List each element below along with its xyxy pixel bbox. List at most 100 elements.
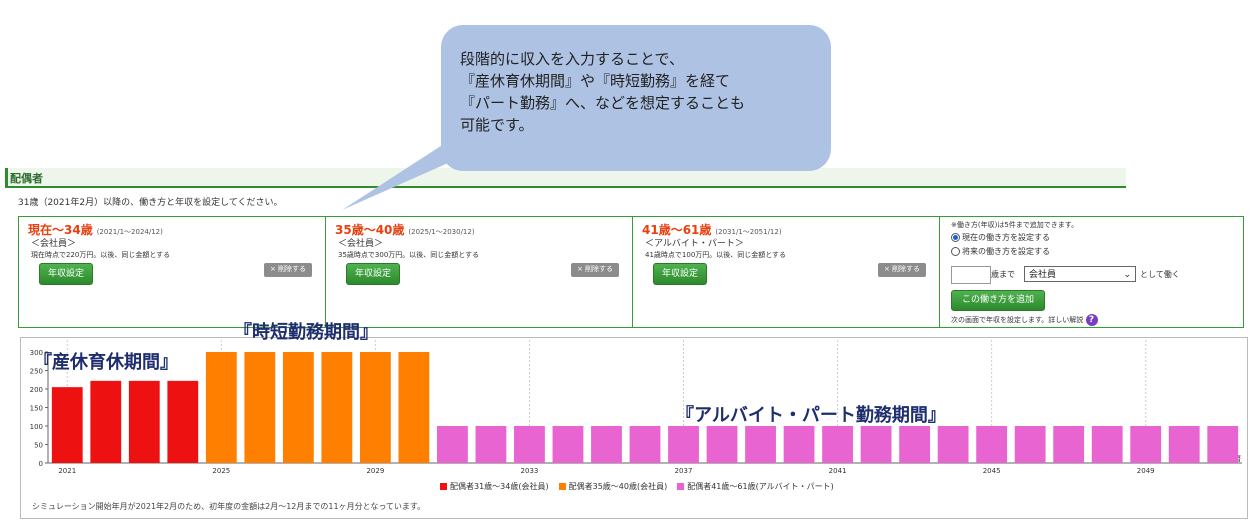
bar — [822, 426, 853, 463]
period-note: 41歳時点で100万円。以後、同じ金額とする — [645, 251, 787, 259]
delete-button[interactable]: × 削除する — [264, 263, 312, 277]
income-bar-chart: 0501001502002503002021 2025 2029 2033 2037 20… — [30, 340, 1242, 475]
bubble-line: 『産休育休期間』や『時短勤務』を経て — [460, 72, 731, 90]
radio-future-label: 将来の働き方を設定する — [962, 247, 1050, 256]
callout-childcare-period: 『産休育休期間』 — [34, 352, 178, 373]
y-tick-label: 150 — [30, 405, 43, 413]
chart-bars — [51, 352, 1239, 463]
legend-label: 配偶者31歳〜34歳(会社員) — [450, 482, 549, 491]
work-period-panel: 41歳〜61歳 (2031/1〜2051/12) ＜アルバイト・パート＞ 41歳時… — [633, 217, 940, 327]
x-tick-label: 2045 — [983, 467, 1001, 475]
bar — [282, 352, 314, 463]
y-tick-label: 100 — [30, 423, 43, 431]
x-tick-label: 2037 — [675, 467, 693, 475]
legend-item: 配偶者35歳〜40歳(会社員) — [558, 481, 668, 492]
x-tick-label: 2025 — [212, 467, 230, 475]
x-tick-label: 2041 — [829, 467, 847, 475]
x-tick-label: 2033 — [521, 467, 539, 475]
bar — [51, 387, 83, 463]
bar — [745, 426, 776, 463]
legend-label: 配偶者41歳〜61歳(アルバイト・パート) — [687, 482, 834, 491]
bar — [706, 426, 738, 463]
bar — [90, 380, 122, 463]
period-note: 35歳時点で300万円。以後、同じ金額とする — [338, 251, 480, 259]
speech-bubble-text: 段階的に収入を入力することで、 『産休育休期間』や『時短勤務』を経て 『パート勤… — [460, 48, 745, 136]
job-type-select[interactable]: 会社員 ⌄ — [1024, 266, 1136, 282]
income-setting-button[interactable]: 年収設定 — [346, 263, 400, 285]
work-suffix-label: として働く — [1140, 270, 1180, 279]
period-range: (2031/1〜2051/12) — [715, 228, 782, 236]
period-job: ＜アルバイト・パート＞ — [645, 239, 744, 249]
job-type-value: 会社員 — [1029, 270, 1057, 280]
work-style-panels: 現在〜34歳 (2021/1〜2024/12) ＜会社員＞ 現在時点で220万円。… — [18, 216, 1244, 328]
y-tick-label: 200 — [30, 386, 43, 394]
callout-part-time-period: 『アルバイト・パート勤務期間』 — [676, 405, 946, 426]
age-suffix-label: 歳まで — [991, 270, 1015, 279]
bar — [629, 426, 661, 463]
y-tick-label: 0 — [39, 460, 43, 468]
y-tick-label: 50 — [34, 442, 43, 450]
bar — [937, 426, 969, 463]
add-work-style-button[interactable]: この働き方を追加 — [951, 290, 1045, 311]
bar — [398, 352, 430, 463]
legend-swatch — [440, 483, 447, 490]
radio-button[interactable] — [951, 247, 960, 256]
period-job: ＜会社員＞ — [31, 239, 77, 249]
x-tick-label: 2021 — [58, 467, 76, 475]
period-range: (2021/1〜2024/12) — [96, 228, 163, 236]
legend-item: 配偶者31歳〜34歳(会社員) — [440, 481, 549, 492]
section-title: 配偶者 — [10, 172, 43, 185]
x-tick-label: 2029 — [366, 467, 384, 475]
radio-button-checked[interactable] — [951, 233, 960, 242]
chart-footnote: シミュレーション開始年月が2021年2月のため、初年度の金額は2月〜12月までの… — [32, 502, 426, 511]
bar — [475, 426, 507, 463]
add-work-style-panel: ※働き方(年収)は5件まで追加できます。 現在の働き方を設定する 将来の働き方を… — [940, 217, 1243, 327]
callout-short-time-period: 『時短勤務期間』 — [234, 322, 378, 343]
bar — [1168, 426, 1200, 463]
bar — [552, 426, 584, 463]
bar — [591, 426, 622, 463]
bar — [899, 426, 931, 463]
income-setting-button[interactable]: 年収設定 — [653, 263, 707, 285]
period-title: 41歳〜61歳 — [642, 223, 712, 237]
period-note: 現在時点で220万円。以後、同じ金額とする — [31, 251, 171, 259]
help-icon[interactable]: ? — [1085, 314, 1098, 326]
period-job: ＜会社員＞ — [338, 239, 384, 249]
age-input[interactable] — [951, 266, 991, 284]
bar — [514, 426, 545, 463]
x-tick-label: 2049 — [1137, 467, 1155, 475]
bar — [860, 426, 892, 463]
bar — [437, 426, 468, 463]
bar — [321, 352, 353, 463]
delete-button[interactable]: × 削除する — [571, 263, 619, 277]
help-line: 次の画面で年収を設定します。詳しい解説 ? — [951, 314, 1098, 326]
bar — [359, 352, 391, 463]
bubble-line: 段階的に収入を入力することで、 — [460, 50, 684, 68]
legend-label: 配偶者35歳〜40歳(会社員) — [568, 482, 668, 491]
bar — [783, 426, 815, 463]
bar — [976, 426, 1008, 463]
radio-current-option[interactable]: 現在の働き方を設定する — [951, 232, 1050, 243]
bubble-line: 可能です。 — [460, 116, 534, 134]
period-title: 現在〜34歳 — [28, 223, 93, 237]
bubble-line: 『パート勤務』へ、などを想定することも — [460, 94, 746, 112]
period-range: (2025/1〜2030/12) — [408, 228, 475, 236]
section-description: 31歳（2021年2月）以降の、働き方と年収を設定してください。 — [18, 198, 283, 208]
bar — [1091, 426, 1123, 463]
bar — [244, 352, 276, 463]
bar — [167, 380, 199, 463]
help-text: 次の画面で年収を設定します。詳しい解説 — [951, 316, 1084, 324]
legend-swatch — [677, 483, 685, 490]
bar — [205, 352, 237, 463]
chevron-down-icon: ⌄ — [1123, 270, 1131, 280]
delete-button[interactable]: × 削除する — [878, 263, 926, 277]
radio-future-option[interactable]: 将来の働き方を設定する — [951, 246, 1050, 257]
legend-item: 配偶者41歳〜61歳(アルバイト・パート) — [677, 481, 834, 492]
income-setting-button[interactable]: 年収設定 — [39, 263, 93, 285]
limit-note: ※働き方(年収)は5件まで追加できます。 — [951, 221, 1079, 229]
bar — [1207, 426, 1239, 463]
bar — [1130, 426, 1162, 463]
section-header-bar — [5, 168, 1126, 188]
bar — [128, 380, 160, 463]
bar — [1053, 426, 1085, 463]
